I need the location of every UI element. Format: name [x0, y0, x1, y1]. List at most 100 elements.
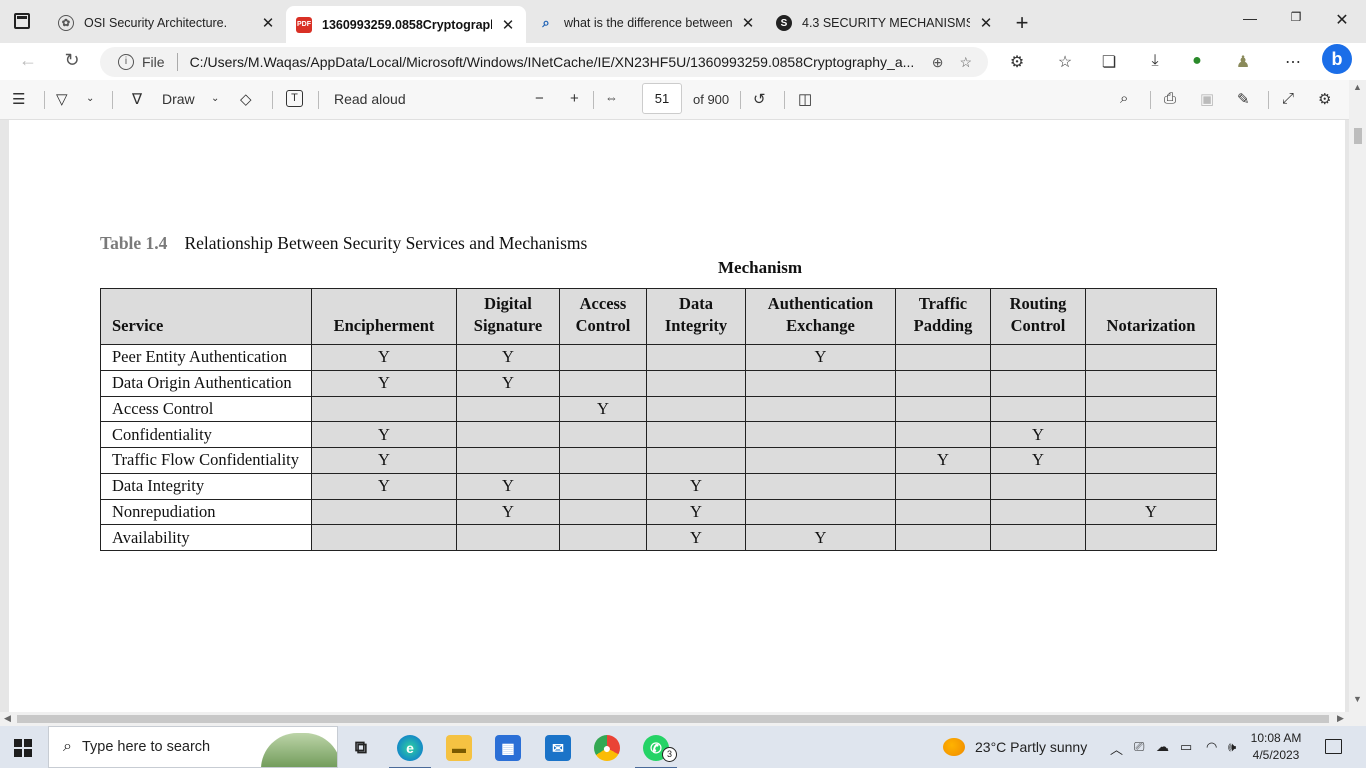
- chrome-icon[interactable]: ●: [594, 735, 620, 761]
- zoom-in-icon[interactable]: +: [570, 90, 579, 107]
- extension-green-icon[interactable]: ●: [1186, 52, 1208, 70]
- battery-icon[interactable]: ▭: [1180, 739, 1192, 755]
- tab-security-mechanisms[interactable]: S 4.3 SECURITY MECHANISMS | Inf ✕: [766, 6, 1004, 40]
- scrollbar-thumb[interactable]: [1354, 128, 1362, 144]
- fit-to-width-icon[interactable]: ⇔: [605, 90, 618, 105]
- system-clock[interactable]: 10:08 AM 4/5/2023: [1247, 730, 1305, 764]
- draw-icon[interactable]: ∇: [132, 90, 142, 108]
- collections-icon[interactable]: ❏: [1098, 52, 1120, 72]
- wifi-icon[interactable]: ◠: [1206, 739, 1217, 755]
- search-icon[interactable]: ⌕: [1120, 90, 1128, 107]
- chevron-down-icon[interactable]: ⌄: [86, 93, 94, 104]
- horizontal-scrollbar[interactable]: ◀ ▶: [0, 712, 1349, 726]
- url-text[interactable]: C:/Users/M.Waqas/AppData/Local/Microsoft…: [190, 54, 932, 70]
- downloads-icon[interactable]: ⤓: [1144, 52, 1166, 70]
- zoom-icon[interactable]: ⊕: [932, 54, 944, 71]
- mechanism-mark-cell: [1085, 395, 1217, 423]
- tab-actions-menu-icon[interactable]: [14, 13, 30, 29]
- mechanism-mark-cell: [895, 498, 991, 526]
- mechanism-mark-cell: [559, 472, 647, 500]
- profile-avatar-icon[interactable]: ♟: [1232, 52, 1254, 72]
- taskbar-search-box[interactable]: ⌕ Type here to search: [48, 726, 338, 768]
- zoom-out-icon[interactable]: −: [535, 90, 544, 107]
- tab-title: what is the difference between p: [564, 16, 732, 30]
- table-row: Data Origin Authentication Y Y: [100, 369, 1217, 397]
- whatsapp-badge: 3: [662, 747, 677, 762]
- vertical-scrollbar[interactable]: ▲ ▼: [1349, 80, 1366, 712]
- tab-osi-security[interactable]: ✿ OSI Security Architecture. ✕: [48, 6, 286, 40]
- service-name-cell: Nonrepudiation: [100, 498, 312, 526]
- table-row: Confidentiality Y Y: [100, 421, 1217, 448]
- minimize-icon[interactable]: —: [1240, 10, 1260, 26]
- page-view-icon[interactable]: ◫: [798, 90, 812, 108]
- mechanism-mark-cell: Y: [990, 447, 1086, 474]
- close-tab-icon[interactable]: ✕: [978, 14, 994, 32]
- table-row: Access Control Y: [100, 395, 1217, 423]
- save-icon[interactable]: ▣: [1200, 90, 1214, 108]
- pdf-viewer[interactable]: Table 1.4 Relationship Between Security S…: [0, 120, 1349, 712]
- add-favorite-icon[interactable]: ☆: [959, 54, 972, 71]
- address-toolbar: ← ↻ i File C:/Users/M.Waqas/AppData/Loca…: [0, 43, 1366, 80]
- tab-search-difference[interactable]: ⌕ what is the difference between p ✕: [528, 6, 766, 40]
- volume-icon[interactable]: 🕪: [1228, 739, 1236, 755]
- notifications-icon[interactable]: [1325, 739, 1342, 754]
- chevron-down-icon[interactable]: ⌄: [211, 93, 219, 104]
- mechanism-mark-cell: [559, 524, 647, 551]
- divider: [44, 91, 45, 109]
- info-icon[interactable]: i: [118, 54, 134, 70]
- text-box-icon[interactable]: T: [286, 90, 303, 107]
- scrollbar-thumb[interactable]: [17, 715, 1329, 723]
- address-bar[interactable]: i File C:/Users/M.Waqas/AppData/Local/Mi…: [100, 47, 988, 77]
- divider: [176, 53, 178, 71]
- divider: [272, 91, 273, 109]
- fullscreen-icon[interactable]: ⤢: [1282, 90, 1294, 107]
- mechanism-mark-cell: [559, 369, 647, 397]
- divider: [1268, 91, 1269, 109]
- close-tab-icon[interactable]: ✕: [500, 16, 516, 34]
- mechanism-mark-cell: Y: [895, 447, 991, 474]
- scroll-left-icon[interactable]: ◀: [4, 713, 11, 724]
- search-icon: ⌕: [542, 15, 550, 30]
- erase-icon[interactable]: ◇: [240, 90, 252, 108]
- search-icon: ⌕: [63, 738, 72, 755]
- edge-icon[interactable]: e: [389, 735, 431, 768]
- settings-more-icon[interactable]: ⋯: [1282, 52, 1304, 72]
- mail-icon[interactable]: ✉: [545, 735, 571, 761]
- windows-start-icon[interactable]: [14, 739, 32, 757]
- print-icon[interactable]: ⎙: [1164, 90, 1176, 107]
- mechanism-mark-cell: Y: [1085, 498, 1217, 526]
- close-tab-icon[interactable]: ✕: [260, 14, 276, 32]
- close-window-icon[interactable]: ✕: [1332, 10, 1352, 30]
- file-explorer-icon[interactable]: ▬: [446, 735, 472, 761]
- highlight-icon[interactable]: ▽: [56, 90, 68, 108]
- back-arrow-icon[interactable]: ←: [17, 50, 39, 71]
- extensions-icon[interactable]: ⚙: [1006, 52, 1028, 72]
- scroll-right-icon[interactable]: ▶: [1337, 713, 1344, 724]
- close-tab-icon[interactable]: ✕: [740, 14, 756, 32]
- scroll-up-icon[interactable]: ▲: [1353, 82, 1362, 92]
- page-number-input[interactable]: 51: [642, 83, 682, 114]
- rotate-icon[interactable]: ↺: [753, 90, 766, 108]
- pdf-settings-gear-icon[interactable]: ⚙: [1318, 90, 1331, 108]
- chatgpt-icon: ✿: [58, 15, 74, 31]
- mechanism-mark-cell: [745, 472, 896, 500]
- restore-icon[interactable]: ❐: [1286, 10, 1306, 24]
- read-aloud-button[interactable]: Read aloud: [334, 91, 406, 107]
- onedrive-icon[interactable]: ☁: [1156, 739, 1169, 755]
- favorites-icon[interactable]: ☆: [1054, 52, 1076, 72]
- microsoft-store-icon[interactable]: ▦: [495, 735, 521, 761]
- refresh-icon[interactable]: ↻: [61, 50, 83, 71]
- save-as-icon[interactable]: ✎: [1237, 90, 1250, 108]
- task-view-icon[interactable]: ⧉: [348, 735, 374, 761]
- new-tab-icon[interactable]: +: [1012, 10, 1032, 36]
- contents-icon[interactable]: ☰: [12, 90, 25, 108]
- show-hidden-icons-icon[interactable]: ︿: [1110, 739, 1123, 758]
- meet-now-icon[interactable]: ⎚: [1134, 739, 1144, 755]
- bing-chat-button[interactable]: b: [1322, 44, 1352, 74]
- scroll-down-icon[interactable]: ▼: [1353, 694, 1362, 704]
- service-name-cell: Availability: [100, 524, 312, 551]
- mechanism-mark-cell: [646, 421, 746, 448]
- weather-widget[interactable]: 23°C Partly sunny: [943, 738, 1087, 756]
- tab-pdf-cryptography[interactable]: PDF 1360993259.0858Cryptography_ ✕: [286, 6, 526, 43]
- draw-button[interactable]: Draw: [162, 91, 195, 107]
